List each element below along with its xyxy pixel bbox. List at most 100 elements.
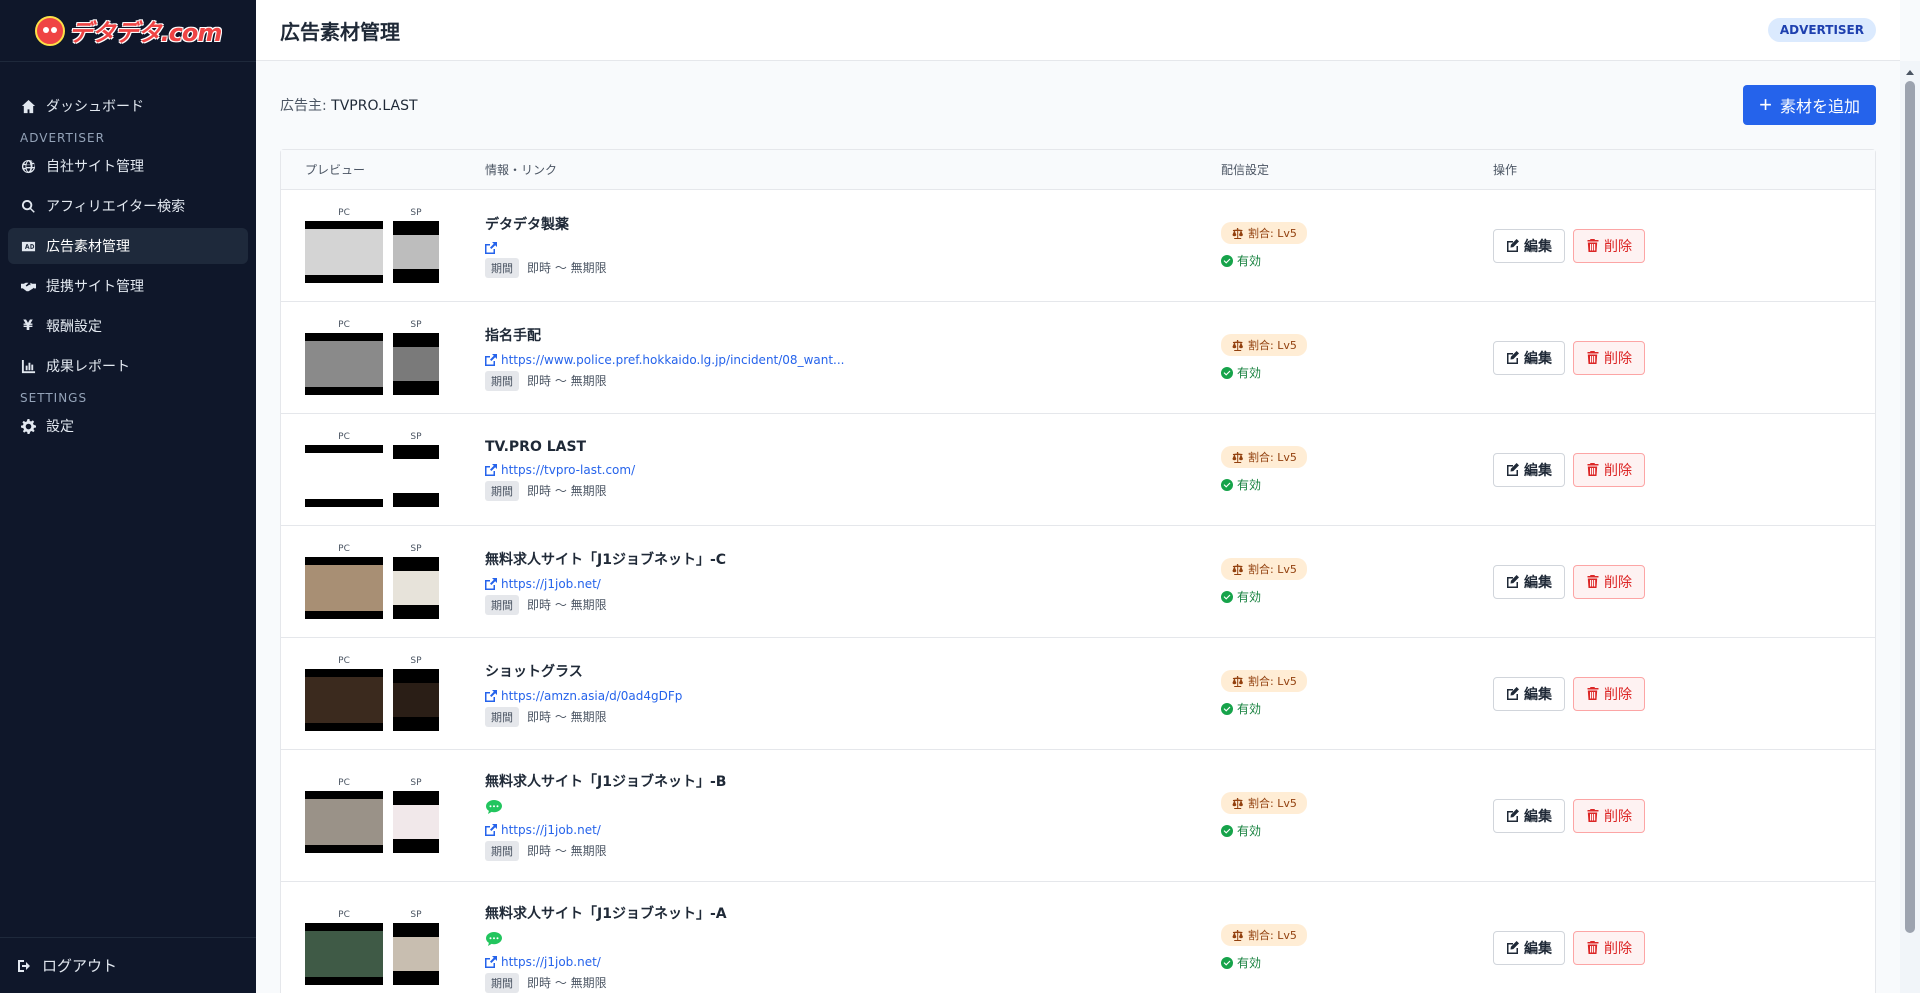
period-value: 即時 〜 無期限	[527, 598, 607, 612]
add-material-button[interactable]: + 素材を追加	[1743, 85, 1876, 125]
edit-icon	[1507, 351, 1519, 364]
sp-label: SP	[410, 544, 422, 554]
logout-button[interactable]: ログアウト	[0, 937, 256, 993]
material-title: デタデタ製薬	[485, 216, 569, 233]
sp-preview-image[interactable]	[393, 669, 439, 731]
table-row: PC SP 無料求人サイト「J1ジョブネット」-C https://j1job.…	[281, 526, 1875, 638]
sidebar-item-own-sites[interactable]: 自社サイト管理	[8, 148, 248, 184]
period-value: 即時 〜 無期限	[527, 844, 607, 858]
period-tag: 期間	[485, 480, 519, 501]
sidebar-item-ad-materials[interactable]: 広告素材管理	[8, 228, 248, 264]
status-value: 有効	[1237, 702, 1262, 716]
pc-thumb-wrap: PC	[305, 432, 383, 507]
balance-scale-icon	[1232, 929, 1243, 941]
sp-preview-image[interactable]	[393, 221, 439, 283]
sidebar-nav: ダッシュボード ADVERTISER 自社サイト管理 アフィリエイター検索 広告…	[0, 62, 256, 444]
sp-preview-image[interactable]	[393, 445, 439, 507]
material-url: https://j1job.net/	[501, 822, 601, 837]
sp-thumb-wrap: SP	[393, 778, 439, 853]
preview-cell: PC SP	[281, 750, 473, 881]
pc-preview-image[interactable]	[305, 669, 383, 731]
pc-label: PC	[338, 208, 350, 218]
delete-button[interactable]: 削除	[1573, 452, 1645, 487]
material-link[interactable]: https://j1job.net/	[485, 577, 1221, 591]
edit-button[interactable]: 編集	[1493, 340, 1565, 375]
scroll-thumb[interactable]	[1905, 81, 1915, 933]
sidebar-item-dashboard[interactable]: ダッシュボード	[8, 88, 248, 124]
delete-button[interactable]: 削除	[1573, 228, 1645, 263]
edit-icon	[1507, 575, 1519, 588]
delete-button[interactable]: 削除	[1573, 676, 1645, 711]
period-tag: 期間	[485, 370, 519, 391]
logo[interactable]: デタデタ.com	[0, 0, 256, 62]
material-link[interactable]	[485, 241, 1221, 254]
materials-table: プレビュー 情報・リンク 配信設定 操作 PC SP デタデタ製薬 期間 即時 …	[280, 149, 1876, 993]
distribution-cell: 割合: Lv5 有効	[1221, 526, 1493, 637]
sidebar-item-reward-settings[interactable]: ¥ 報酬設定	[8, 308, 248, 344]
scrollbar[interactable]	[1900, 61, 1920, 993]
edit-button[interactable]: 編集	[1493, 930, 1565, 965]
delete-button[interactable]: 削除	[1573, 930, 1645, 965]
pc-preview-image[interactable]	[305, 445, 383, 507]
material-title: 無料求人サイト「J1ジョブネット」-C	[485, 551, 727, 568]
ops-cell: 編集 削除	[1493, 882, 1653, 993]
preview-cell: PC SP	[281, 882, 473, 993]
status-badge: 有効	[1221, 822, 1493, 839]
ops-cell: 編集 削除	[1493, 750, 1653, 881]
period-tag: 期間	[485, 972, 519, 993]
info-cell: デタデタ製薬 期間 即時 〜 無期限	[473, 190, 1221, 301]
sp-preview-image[interactable]	[393, 333, 439, 395]
edit-button[interactable]: 編集	[1493, 452, 1565, 487]
sp-preview-image[interactable]	[393, 791, 439, 853]
role-badge: ADVERTISER	[1767, 18, 1876, 42]
pc-preview-image[interactable]	[305, 557, 383, 619]
sidebar-item-settings[interactable]: 設定	[8, 408, 248, 444]
sidebar-item-affiliate-search[interactable]: アフィリエイター検索	[8, 188, 248, 224]
pc-preview-image[interactable]	[305, 923, 383, 985]
edit-button[interactable]: 編集	[1493, 228, 1565, 263]
sidebar-item-partner-sites[interactable]: 提携サイト管理	[8, 268, 248, 304]
trash-icon	[1587, 351, 1599, 364]
material-link[interactable]: https://www.police.pref.hokkaido.lg.jp/i…	[485, 353, 1221, 367]
edit-button[interactable]: 編集	[1493, 676, 1565, 711]
pc-preview-image[interactable]	[305, 221, 383, 283]
pc-preview-image[interactable]	[305, 333, 383, 395]
material-link[interactable]: https://j1job.net/	[485, 955, 1221, 969]
preview-cell: PC SP	[281, 302, 473, 413]
pc-thumb-wrap: PC	[305, 910, 383, 985]
delete-button[interactable]: 削除	[1573, 564, 1645, 599]
sidebar-item-label: 設定	[46, 419, 74, 435]
preview-cell: PC SP	[281, 526, 473, 637]
period-value: 即時 〜 無期限	[527, 374, 607, 388]
globe-icon	[20, 158, 36, 174]
material-link[interactable]: https://tvpro-last.com/	[485, 463, 1221, 477]
sp-thumb-wrap: SP	[393, 910, 439, 985]
status-badge: 有効	[1221, 954, 1493, 971]
material-link[interactable]: https://amzn.asia/d/0ad4gDFp	[485, 689, 1221, 703]
status-value: 有効	[1237, 824, 1262, 838]
period-info: 期間 即時 〜 無期限	[485, 257, 1221, 278]
pc-preview-image[interactable]	[305, 791, 383, 853]
distribution-cell: 割合: Lv5 有効	[1221, 882, 1493, 993]
trash-icon	[1587, 809, 1599, 822]
sp-preview-image[interactable]	[393, 557, 439, 619]
table-row: PC SP デタデタ製薬 期間 即時 〜 無期限 割合: Lv5 有効 編集 削…	[281, 190, 1875, 302]
delete-button[interactable]: 削除	[1573, 340, 1645, 375]
edit-button[interactable]: 編集	[1493, 798, 1565, 833]
external-link-icon	[485, 577, 497, 590]
material-link[interactable]: https://j1job.net/	[485, 823, 1221, 837]
edit-icon	[1507, 809, 1519, 822]
edit-button[interactable]: 編集	[1493, 564, 1565, 599]
delete-button[interactable]: 削除	[1573, 798, 1645, 833]
status-badge: 有効	[1221, 476, 1493, 493]
material-url: https://tvpro-last.com/	[501, 462, 636, 477]
ratio-value: 割合: Lv5	[1248, 451, 1297, 464]
pc-label: PC	[338, 320, 350, 330]
balance-scale-icon	[1232, 451, 1243, 463]
sidebar: デタデタ.com ダッシュボード ADVERTISER 自社サイト管理 アフィリ…	[0, 0, 256, 993]
mascot-icon	[34, 15, 65, 46]
pc-thumb-wrap: PC	[305, 544, 383, 619]
scroll-up-icon[interactable]	[1906, 70, 1914, 75]
sp-preview-image[interactable]	[393, 923, 439, 985]
sidebar-item-report[interactable]: 成果レポート	[8, 348, 248, 384]
